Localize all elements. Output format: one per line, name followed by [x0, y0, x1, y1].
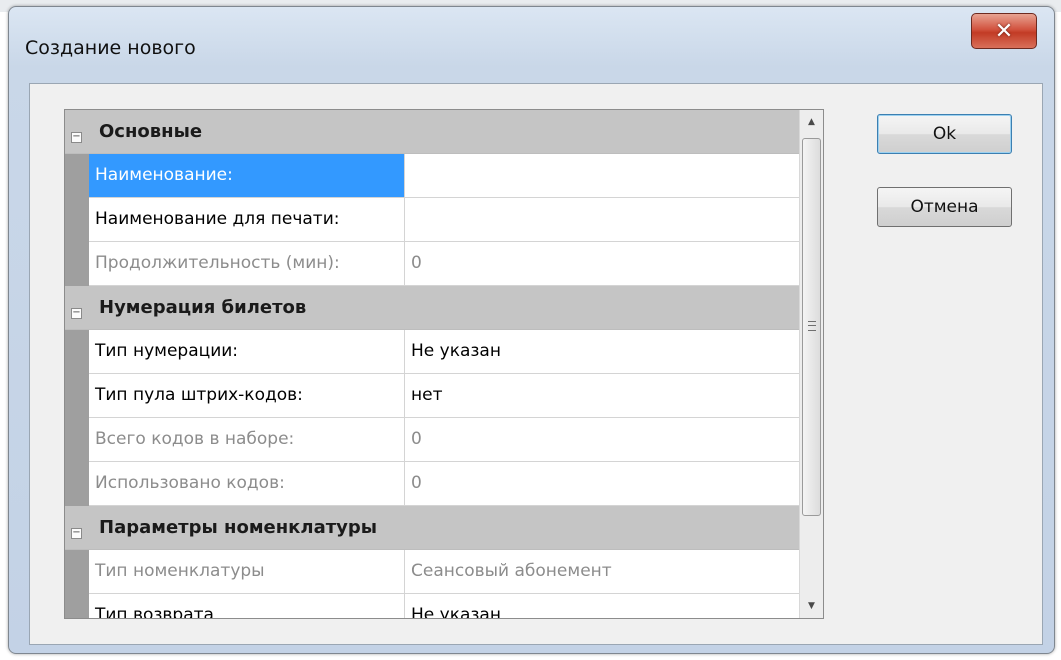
property-value-input[interactable]	[405, 198, 799, 242]
dialog-client-area: − Основные Наименование: Наименование дл…	[29, 83, 1043, 645]
property-row-duration: Продолжительность (мин): 0	[65, 242, 799, 286]
property-row-used-codes: Использовано кодов: 0	[65, 462, 799, 506]
dialog-window: Создание нового ✕ − Основные Наименовани…	[8, 6, 1055, 654]
property-name: Наименование:	[89, 154, 405, 198]
cancel-button[interactable]: Отмена	[877, 187, 1012, 227]
property-name: Тип пула штрих-кодов:	[89, 374, 405, 418]
collapse-icon[interactable]: −	[71, 308, 82, 319]
collapse-icon[interactable]: −	[71, 528, 82, 539]
property-name: Наименование для печати:	[89, 198, 405, 242]
property-row-print-name[interactable]: Наименование для печати:	[65, 198, 799, 242]
category-ticket-numbering[interactable]: − Нумерация билетов	[65, 286, 799, 330]
category-basic[interactable]: − Основные	[65, 110, 799, 154]
property-value-select[interactable]: нет	[405, 374, 799, 418]
property-row-nomenclature-type: Тип номенклатуры Сеансовый абонемент	[65, 550, 799, 594]
property-value: 0	[405, 242, 799, 286]
scroll-down-icon[interactable]: ▼	[800, 594, 823, 618]
property-grid[interactable]: − Основные Наименование: Наименование дл…	[64, 109, 824, 619]
category-label: Основные	[99, 121, 203, 142]
category-nomenclature[interactable]: − Параметры номенклатуры	[65, 506, 799, 550]
property-name: Продолжительность (мин):	[89, 242, 405, 286]
property-row-numbering-type[interactable]: Тип нумерации: Не указан	[65, 330, 799, 374]
property-value-select[interactable]: Не указан	[405, 330, 799, 374]
property-row-barcode-pool[interactable]: Тип пула штрих-кодов: нет	[65, 374, 799, 418]
property-value: Сеансовый абонемент	[405, 550, 799, 594]
property-value-input[interactable]	[405, 154, 799, 198]
vertical-scrollbar[interactable]: ▲ ▼	[799, 110, 823, 618]
property-value: 0	[405, 462, 799, 506]
property-name: Всего кодов в наборе:	[89, 418, 405, 462]
property-row-total-codes: Всего кодов в наборе: 0	[65, 418, 799, 462]
property-value: 0	[405, 418, 799, 462]
property-value-select[interactable]: Не указан	[405, 594, 799, 618]
collapse-icon[interactable]: −	[71, 132, 82, 143]
dialog-title: Создание нового	[25, 37, 196, 59]
property-name: Тип нумерации:	[89, 330, 405, 374]
property-name: Использовано кодов:	[89, 462, 405, 506]
property-row-return-type[interactable]: Тип возврата Не указан	[65, 594, 799, 618]
scrollbar-thumb[interactable]	[802, 138, 821, 516]
property-row-name[interactable]: Наименование:	[65, 154, 799, 198]
ok-button[interactable]: Ok	[877, 114, 1012, 154]
property-name: Тип номенклатуры	[89, 550, 405, 594]
grip-icon	[808, 321, 816, 331]
category-label: Нумерация билетов	[99, 297, 307, 318]
close-button[interactable]: ✕	[971, 13, 1037, 49]
close-icon: ✕	[994, 18, 1014, 44]
scroll-up-icon[interactable]: ▲	[800, 110, 823, 134]
property-name: Тип возврата	[89, 594, 405, 618]
category-label: Параметры номенклатуры	[99, 517, 378, 538]
